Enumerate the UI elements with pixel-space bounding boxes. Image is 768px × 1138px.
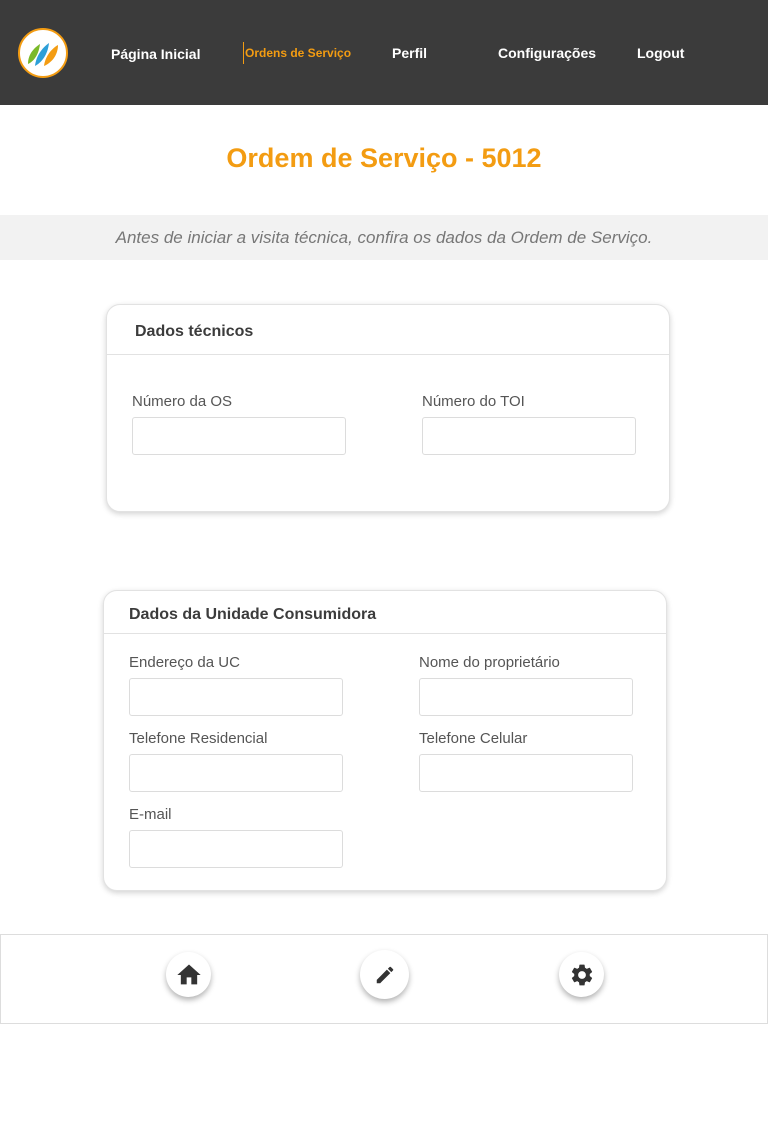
nav-active-indicator: [243, 42, 244, 64]
nav-profile[interactable]: Perfil: [392, 45, 427, 61]
mobile-phone-input[interactable]: [419, 754, 633, 792]
nav-logout[interactable]: Logout: [637, 45, 684, 61]
toi-number-label: Número do TOI: [422, 393, 525, 410]
card-title: Dados técnicos: [135, 323, 254, 340]
card-title: Dados da Unidade Consumidora: [129, 606, 377, 623]
settings-button[interactable]: [559, 952, 604, 997]
home-button[interactable]: [166, 952, 211, 997]
technical-data-card: Dados técnicos Número da OS Número do TO…: [106, 304, 670, 512]
owner-name-label: Nome do proprietário: [419, 654, 560, 671]
company-logo[interactable]: [18, 28, 68, 78]
card-header: Dados da Unidade Consumidora: [104, 591, 666, 634]
bottom-navbar: [0, 934, 768, 1024]
nav-settings[interactable]: Configurações: [498, 45, 596, 61]
os-number-input[interactable]: [132, 417, 346, 455]
email-label: E-mail: [129, 806, 172, 823]
toi-number-input[interactable]: [422, 417, 636, 455]
leaf-logo-icon: [28, 43, 58, 66]
home-phone-label: Telefone Residencial: [129, 730, 268, 747]
os-number-label: Número da OS: [132, 393, 233, 410]
edit-button[interactable]: [360, 950, 409, 999]
home-phone-input[interactable]: [129, 754, 343, 792]
mobile-phone-label: Telefone Celular: [419, 730, 528, 747]
home-icon: [176, 964, 201, 984]
email-input[interactable]: [129, 830, 343, 868]
gear-icon: [571, 964, 592, 985]
nav-service-orders[interactable]: Ordens de Serviço: [245, 46, 351, 60]
consumer-unit-card: Dados da Unidade Consumidora Endereço da…: [103, 590, 667, 891]
page-title: Ordem de Serviço - 5012: [226, 143, 542, 173]
instruction-notice: Antes de iniciar a visita técnica, confi…: [0, 215, 768, 260]
owner-name-input[interactable]: [419, 678, 633, 716]
card-header: Dados técnicos: [107, 305, 669, 355]
nav-home[interactable]: Página Inicial: [111, 46, 200, 62]
address-label: Endereço da UC: [129, 654, 240, 671]
address-input[interactable]: [129, 678, 343, 716]
pencil-icon: [376, 966, 393, 983]
top-navbar: Página Inicial Ordens de Serviço Perfil …: [0, 0, 768, 105]
